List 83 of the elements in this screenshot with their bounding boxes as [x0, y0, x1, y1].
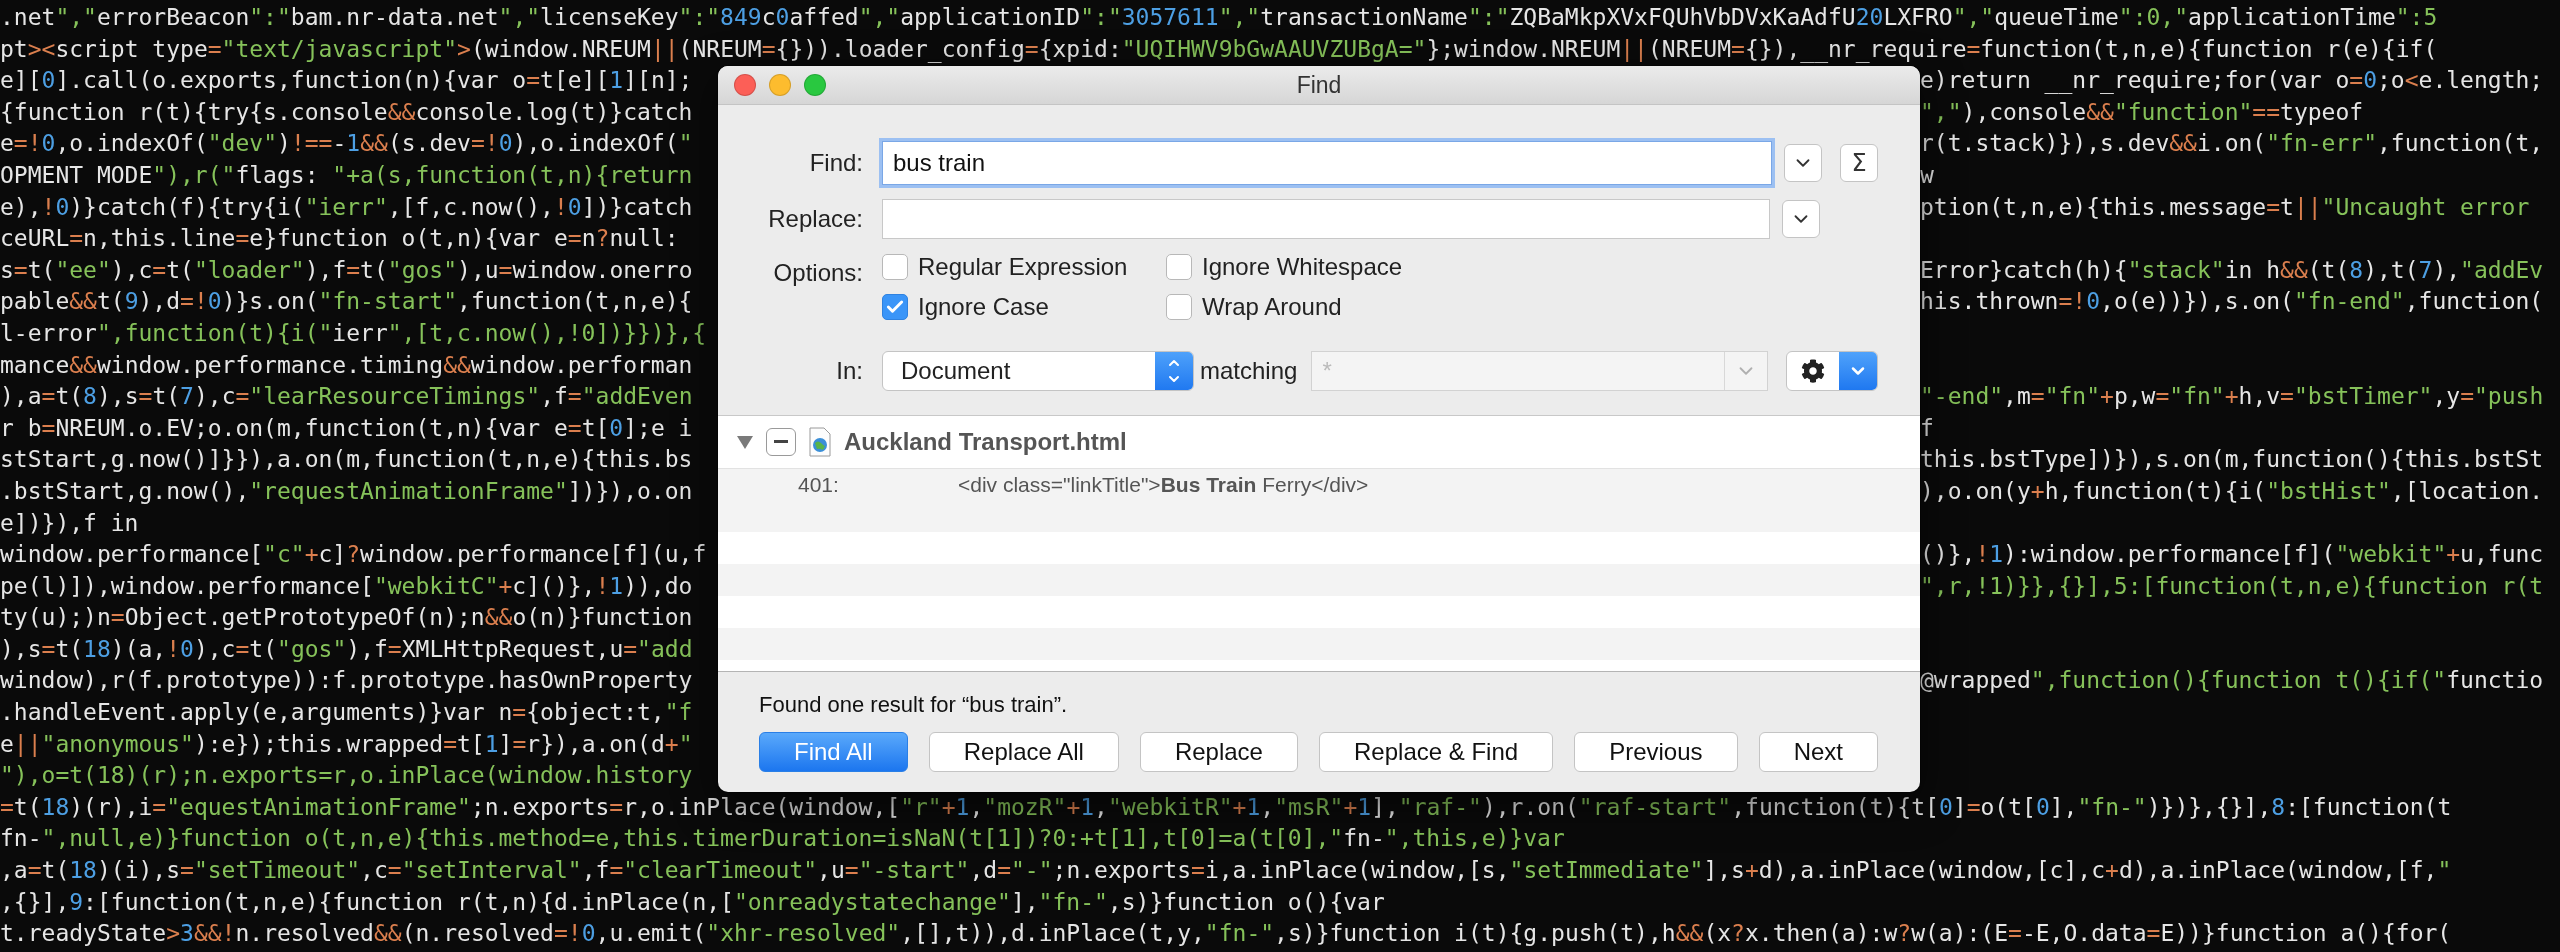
code-line: ()},!1):window.performance[f]("webkit"+u,func — [1920, 540, 2544, 570]
find-field[interactable]: bus train — [882, 141, 1772, 185]
matching-label: matching — [1200, 357, 1298, 385]
code-line: t.readyState>3&&!n.resolved&&(n.resolved=!0,u.emit("xhr-resolved",[],t)),d.inPlace(t,y,"fn-",s)}function i(t){g.push(t),h&&(x?x.then(a):w?w(a):(E=-E,O.data=E))}function a(){for( — [0, 919, 2452, 949]
code-line: ,{}],9:[function(t,n,e){function r(t,n){d.inPlace(n,["onreadystatechange"],"fn-",s)}function o(){var — [0, 887, 1385, 917]
code-line: ),a=t(8),s=t(7),c="learResourceTimings",f="addEven — [0, 382, 693, 412]
code-line: fn-",null,e)}function o(t,n,e){this.method=e,this.timerDuration=isNaN(t[1])?0:+t[1],t[0]=a(t[0],"fn-",this,e)}var — [0, 824, 1565, 854]
code-line: Error}catch(h){"stack"in h&&(t(8),t(7),"addEv — [1920, 255, 2544, 285]
code-line: pe(l)]),window.performance["webkitC"+c]()},!1)),do — [0, 571, 693, 601]
code-line: "-end",m="fn"+p,w="fn"+h,v="bstTimer",y="push — [1920, 382, 2544, 412]
match-text[interactable]: <div class="linkTitle">Bus Train Ferry</div> — [958, 473, 1369, 497]
code-line: mance&&window.performance.timing&&window.performan — [0, 350, 693, 380]
checkbox[interactable] — [882, 294, 908, 320]
dialog-button[interactable]: Replace All — [928, 732, 1119, 772]
action-menu-button[interactable] — [1786, 351, 1878, 391]
code-line: @wrapped",function(){function t(){if("functio — [1920, 666, 2544, 696]
code-line: l-error",function(t){i("ierr",[t,c.now(),!0])}})},{ — [0, 318, 707, 348]
replace-label: Replace: — [768, 205, 863, 233]
code-line: .net","errorBeacon":"bam.nr-data.net","licenseKey":"849c0affed","applicationID":"3057611","transactionName":"ZQBaMkpXVxFQUhVbDVxKaAdfU20LXFRO","queueTime":0,"applicationTime":5 — [0, 3, 2438, 32]
code-line: window.performance["c"+c]?window.performance[f](u,f — [0, 540, 707, 570]
disclosure-triangle-icon[interactable] — [736, 434, 754, 450]
minimize-button[interactable] — [769, 74, 791, 96]
code-line: ceURL=n,this.line=e}function o(t,n){var e=n?null: — [0, 224, 679, 254]
code-line: e)return __nr_require;for(var o=0;o<e.length; — [1920, 66, 2544, 96]
html-file-icon — [808, 427, 832, 457]
code-line: .bstStart,g.now(),"requestAnimationFrame"])}),o.on — [0, 476, 693, 506]
checkbox-label: Ignore Whitespace — [1202, 253, 1403, 281]
code-line: e=!0,o.indexOf("dev")!==-1&&(s.dev=!0),o.indexOf(" — [0, 129, 693, 159]
code-line: e][0].call(o.exports,function(n){var o=t[e][1][n]; — [0, 66, 693, 96]
code-line: f — [1920, 413, 1934, 443]
code-line: {function r(t){try{s.console&&console.log(t)}catch — [0, 97, 693, 127]
code-line: r(t.stack)}),s.dev&&i.on("fn-err",function(t, — [1920, 129, 2544, 159]
code-line: ",r,!1)}},{}],5:[function(t,n,e){function r(t — [1920, 571, 2544, 601]
file-name: Auckland Transport.html — [844, 428, 1127, 456]
code-line: ty(u);)n=Object.getPrototypeOf(n);n&&o(n)}function — [0, 603, 693, 633]
code-line: ption(t,n,e){this.message=t||"Uncaught error — [1920, 192, 2530, 222]
code-line: ),o.on(y+h,function(t){i("bstHist",[location. — [1920, 476, 2544, 506]
code-line: e])}),f in — [0, 508, 139, 538]
history-dropdown-button[interactable] — [1782, 200, 1820, 238]
replace-field[interactable] — [882, 199, 1770, 239]
code-line: "),o=t(18)(r);n.exports=r,o.inPlace(window.history — [0, 761, 693, 791]
code-line: window),r(f.prototype)):f.prototype.hasOwnProperty — [0, 666, 693, 696]
code-line: his.thrown=!0,o(e))}),s.on("fn-end",function( — [1920, 287, 2544, 317]
status-text: Found one result for “bus train”. — [759, 692, 1068, 718]
code-line: e||"anonymous"):e});this.wrapped=t[1]=r}),a.on(d+" — [0, 729, 693, 759]
dialog-button[interactable]: Replace — [1139, 732, 1298, 772]
code-line: =t(18)(r),i="equestAnimationFrame";n.exports=r,o.inPlace(window,["r"+1,"mozR"+1,"webkitR"+1,"msR"+1],"raf-"),r.on("raf-start",function(t){t[0]=o(t[0],"fn-")})},{}],8:[function(t — [0, 792, 2452, 822]
code-line: e),!0)}catch(f){try{i("ierr",[f,c.now(),!0])}catch — [0, 192, 693, 222]
code-line: ","),console&&"function"==typeof — [1920, 97, 2364, 127]
chevron-down-icon — [1839, 352, 1877, 390]
code-line: s=t("ee"),c=t("loader"),f=t("gos"),u=window.onerro — [0, 255, 693, 285]
checkbox[interactable] — [1166, 294, 1192, 320]
checkbox-label: Regular Expression — [918, 253, 1128, 281]
scope-select[interactable]: Document — [882, 351, 1194, 391]
zoom-button[interactable] — [804, 74, 826, 96]
checkbox[interactable] — [1166, 254, 1192, 280]
code-line: r b=NREUM.o.EV;o.on(m,function(t,n){var e=t[0];e i — [0, 413, 693, 443]
checkbox-label: Ignore Case — [918, 293, 1049, 321]
window-title: Find — [1296, 71, 1342, 99]
code-line: OPMENT MODE"),r("flags: "+a(s,function(t,n){return — [0, 160, 693, 190]
options-label: Options: — [773, 259, 863, 287]
code-line: w — [1920, 160, 1934, 190]
minus-icon — [774, 440, 788, 444]
code-line: ,a=t(18)(i),s="setTimeout",c="setInterval",f="clearTimeout",u="-start",d="-";n.exports=i,a.inPlace(window,[s,"setImmediate"],s+d),a.inPlace(window,[c],c+d),a.inPlace(window,[f," — [0, 856, 2452, 886]
remove-button[interactable] — [766, 428, 796, 456]
line-number: 401: — [797, 473, 840, 497]
history-dropdown-button[interactable] — [1784, 144, 1822, 182]
code-line: ),s=t(18)(a,!0),c=t("gos"),f=XMLHttpRequest,u="add — [0, 634, 693, 664]
scope-label: In: — [836, 357, 863, 385]
dialog-button[interactable]: Next — [1758, 732, 1878, 772]
checkbox[interactable] — [882, 254, 908, 280]
find-label: Find: — [809, 149, 863, 177]
sum-button[interactable]: Σ — [1840, 144, 1878, 182]
code-line: stStart,g.now()]}}),a.on(m,function(t,n,e){this.bs — [0, 445, 693, 475]
checkbox-label: Wrap Around — [1202, 293, 1342, 321]
dialog-button[interactable]: Replace & Find — [1319, 732, 1554, 772]
dialog-button[interactable]: Previous — [1574, 732, 1738, 772]
code-line: pable&&t(9),d=!0)}s.on("fn-start",function(t,n,e){ — [0, 287, 693, 317]
code-line: this.bstType])}),s.on(m,function(){this.bstSt — [1920, 445, 2544, 475]
close-button[interactable] — [734, 74, 756, 96]
stepper-icon — [1155, 352, 1193, 390]
code-line: .handleEvent.apply(e,arguments)}var n={object:t,"f — [0, 698, 693, 728]
code-line: pt><script type="text/javascript">(window.NREUM||(NREUM={})).loader_config={xpid:"UQIHWV9bGwAAUVZUBgA="};window.NREUM||(NREUM={}),__nr_require=function(t,n,e){function r(e){if( — [0, 34, 2438, 65]
